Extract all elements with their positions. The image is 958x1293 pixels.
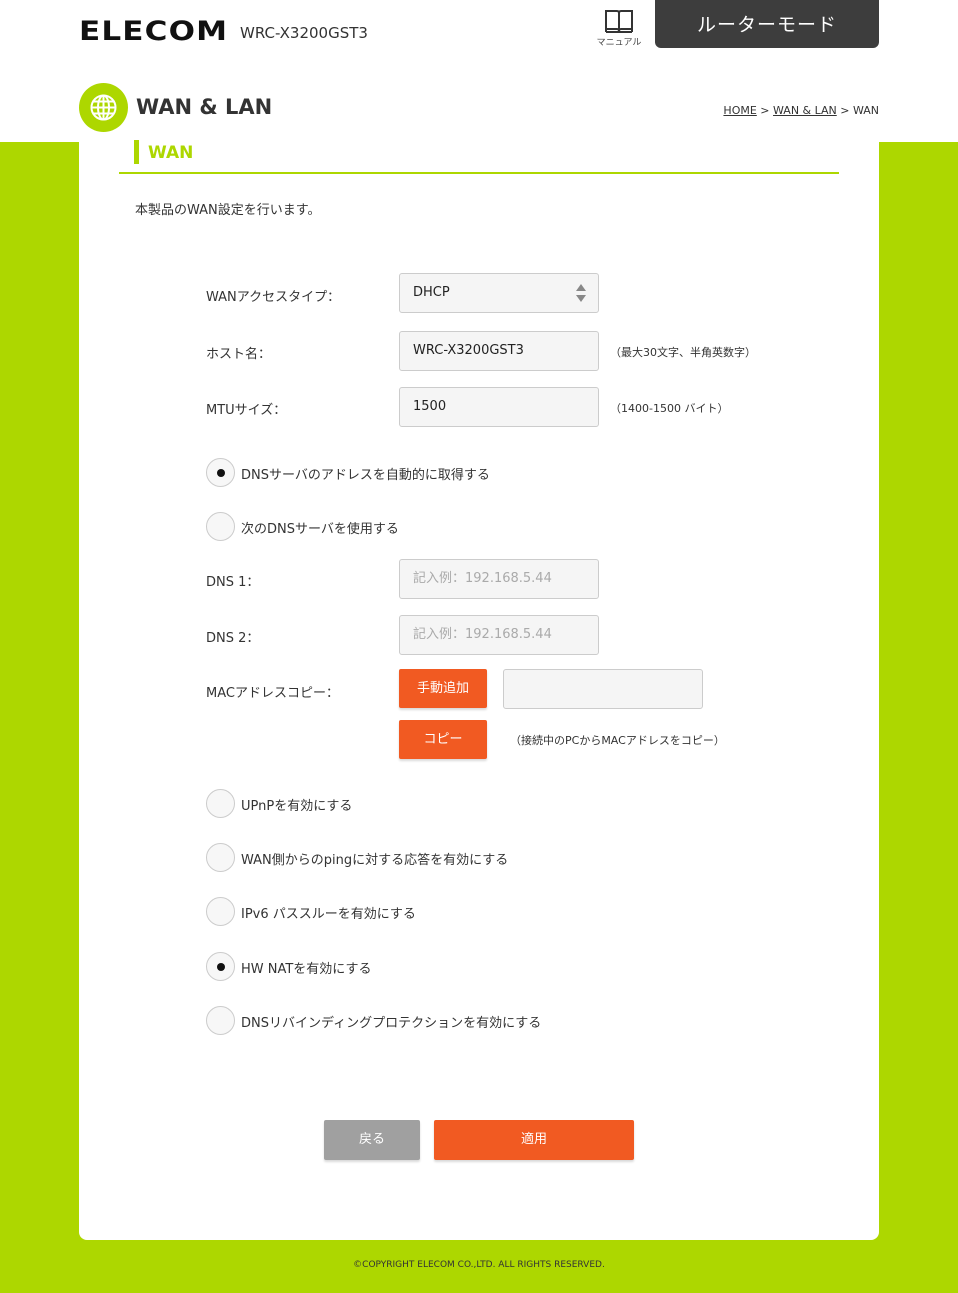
mtu-input[interactable]: 1500 <box>399 387 599 427</box>
hw-nat-label: HW NATを有効にする <box>241 962 372 977</box>
radio-button[interactable] <box>206 1006 235 1035</box>
manual-button[interactable]: マニュアル <box>590 6 648 52</box>
ipv6-passthrough-label: IPv6 パススルーを有効にする <box>241 907 416 922</box>
radio-button[interactable] <box>206 952 235 981</box>
dns-auto-label: DNSサーバのアドレスを自動的に取得する <box>241 468 490 483</box>
upnp-label: UPnPを有効にする <box>241 799 353 814</box>
globe-icon <box>79 83 128 132</box>
mac-copy-button[interactable]: コピー <box>399 720 487 759</box>
subsection-description: 本製品のWAN設定を行います。 <box>135 203 321 218</box>
back-button[interactable]: 戻る <box>324 1120 420 1160</box>
elecom-logo: ELECOM <box>79 16 229 47</box>
breadcrumb-wan-lan[interactable]: WAN & LAN <box>773 104 837 117</box>
subsection-title: WAN <box>148 143 194 163</box>
mac-manual-add-button[interactable]: 手動追加 <box>399 669 487 708</box>
mac-copy-note: （接続中のPCからMACアドレスをコピー） <box>510 734 725 747</box>
mac-copy-label: MACアドレスコピー： <box>206 686 339 701</box>
book-icon <box>605 10 633 33</box>
dns1-input[interactable]: 記入例：192.168.5.44 <box>399 559 599 599</box>
radio-button[interactable] <box>206 458 235 487</box>
dns2-input[interactable]: 記入例：192.168.5.44 <box>399 615 599 655</box>
radio-selected-dot <box>217 963 225 971</box>
model-name: WRC-X3200GST3 <box>240 24 368 42</box>
router-mode-indicator: ルーターモード <box>655 0 879 48</box>
dns-rebinding-label: DNSリバインディングプロテクションを有効にする <box>241 1016 542 1031</box>
mtu-note: （1400-1500 バイト） <box>610 402 729 415</box>
breadcrumb-separator: > <box>760 104 770 117</box>
copyright-text: ©COPYRIGHT ELECOM CO.,LTD. ALL RIGHTS RE… <box>353 1260 605 1270</box>
manual-label: マニュアル <box>596 38 642 48</box>
dns2-label: DNS 2： <box>206 631 260 646</box>
radio-button[interactable] <box>206 897 235 926</box>
apply-button[interactable]: 適用 <box>434 1120 634 1160</box>
radio-button[interactable] <box>206 843 235 872</box>
ping-response-label: WAN側からのpingに対する応答を有効にする <box>241 853 509 868</box>
breadcrumb: HOME > WAN & LAN > WAN <box>723 104 879 117</box>
heading-accent-bar <box>134 140 139 164</box>
wan-type-select[interactable]: DHCP <box>399 273 599 313</box>
select-arrows-icon <box>576 284 586 302</box>
hostname-label: ホスト名： <box>206 347 272 362</box>
breadcrumb-home[interactable]: HOME <box>723 104 756 117</box>
wan-type-label: WANアクセスタイプ： <box>206 290 341 305</box>
wan-type-value: DHCP <box>413 285 450 300</box>
radio-button[interactable] <box>206 789 235 818</box>
subsection-heading: WAN <box>119 140 839 174</box>
page-title: WAN & LAN <box>136 95 273 119</box>
breadcrumb-current: WAN <box>852 104 879 117</box>
hostname-input[interactable]: WRC-X3200GST3 <box>399 331 599 371</box>
radio-selected-dot <box>217 469 225 477</box>
breadcrumb-separator: > <box>840 104 850 117</box>
mtu-label: MTUサイズ： <box>206 403 287 418</box>
radio-button[interactable] <box>206 512 235 541</box>
dns-manual-label: 次のDNSサーバを使用する <box>241 522 399 537</box>
dns1-label: DNS 1： <box>206 575 260 590</box>
mac-address-input[interactable] <box>503 669 703 709</box>
hostname-note: （最大30文字、半角英数字） <box>610 346 756 359</box>
